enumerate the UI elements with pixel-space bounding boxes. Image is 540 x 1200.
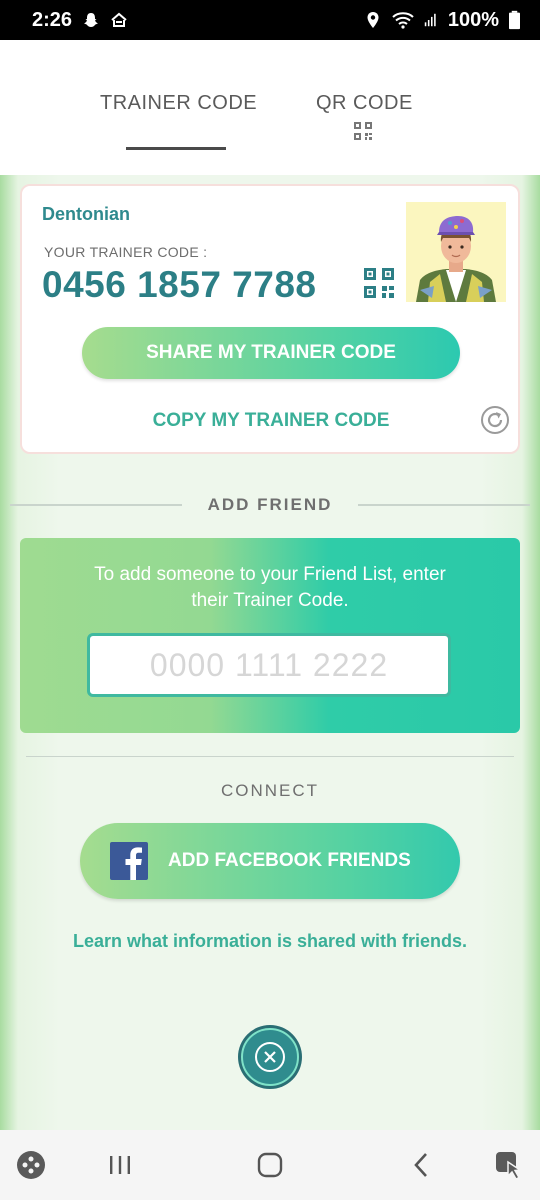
tab-header: TRAINER CODE QR CODE <box>0 40 540 175</box>
refresh-icon[interactable] <box>480 405 510 435</box>
active-tab-indicator <box>126 147 226 150</box>
connect-heading: CONNECT <box>220 781 320 800</box>
signal-icon <box>424 13 436 27</box>
tab-trainer-code[interactable]: TRAINER CODE <box>100 92 257 115</box>
add-friend-divider-right <box>358 504 530 506</box>
add-friend-instruction: To add someone to your Friend List, ente… <box>94 564 446 611</box>
battery-icon <box>509 10 520 30</box>
status-bar-right: 100% <box>364 9 520 32</box>
share-trainer-code-button[interactable]: SHARE MY TRAINER CODE <box>82 327 460 379</box>
location-icon <box>367 12 379 28</box>
add-facebook-friends-label: ADD FACEBOOK FRIENDS <box>168 850 411 871</box>
friend-panel: Dentonian YOUR TRAINER CODE : 0456 1857 … <box>0 175 540 1130</box>
android-nav-bar <box>0 1130 540 1200</box>
snapchat-icon <box>84 13 99 27</box>
trainer-code-input[interactable] <box>87 633 451 697</box>
game-launcher-icon[interactable] <box>14 1148 48 1182</box>
facebook-icon <box>110 842 148 880</box>
add-friend-panel: To add someone to your Friend List, ente… <box>20 538 520 733</box>
home-icon <box>111 12 127 27</box>
copy-trainer-code-button[interactable]: COPY MY TRAINER CODE <box>82 410 460 436</box>
status-bar: 2:26 100% <box>0 0 540 40</box>
learn-shared-info-link[interactable]: Learn what information is shared with fr… <box>0 931 540 952</box>
battery-percentage: 100% <box>447 8 499 31</box>
trainer-avatar <box>406 202 506 302</box>
wifi-icon <box>392 12 414 29</box>
qr-code-icon[interactable] <box>354 122 372 140</box>
screenshot-tool-icon[interactable] <box>492 1148 526 1182</box>
home-button-icon[interactable] <box>253 1148 287 1182</box>
tab-qr-code[interactable]: QR CODE <box>316 92 413 115</box>
add-facebook-friends-button[interactable]: ADD FACEBOOK FRIENDS <box>80 823 460 899</box>
recents-icon[interactable] <box>103 1148 137 1182</box>
trainer-username: Dentonian <box>42 204 130 224</box>
back-icon[interactable] <box>405 1148 439 1182</box>
status-time: 2:26 <box>32 8 73 31</box>
connect-divider <box>26 756 514 757</box>
status-bar-left: 2:26 <box>32 9 128 32</box>
trainer-code-label: YOUR TRAINER CODE : <box>44 244 208 260</box>
trainer-card: Dentonian YOUR TRAINER CODE : 0456 1857 … <box>20 184 520 454</box>
qr-code-icon[interactable] <box>364 268 394 298</box>
trainer-code-value: 0456 1857 7788 <box>42 264 317 305</box>
close-button[interactable] <box>237 1024 303 1090</box>
